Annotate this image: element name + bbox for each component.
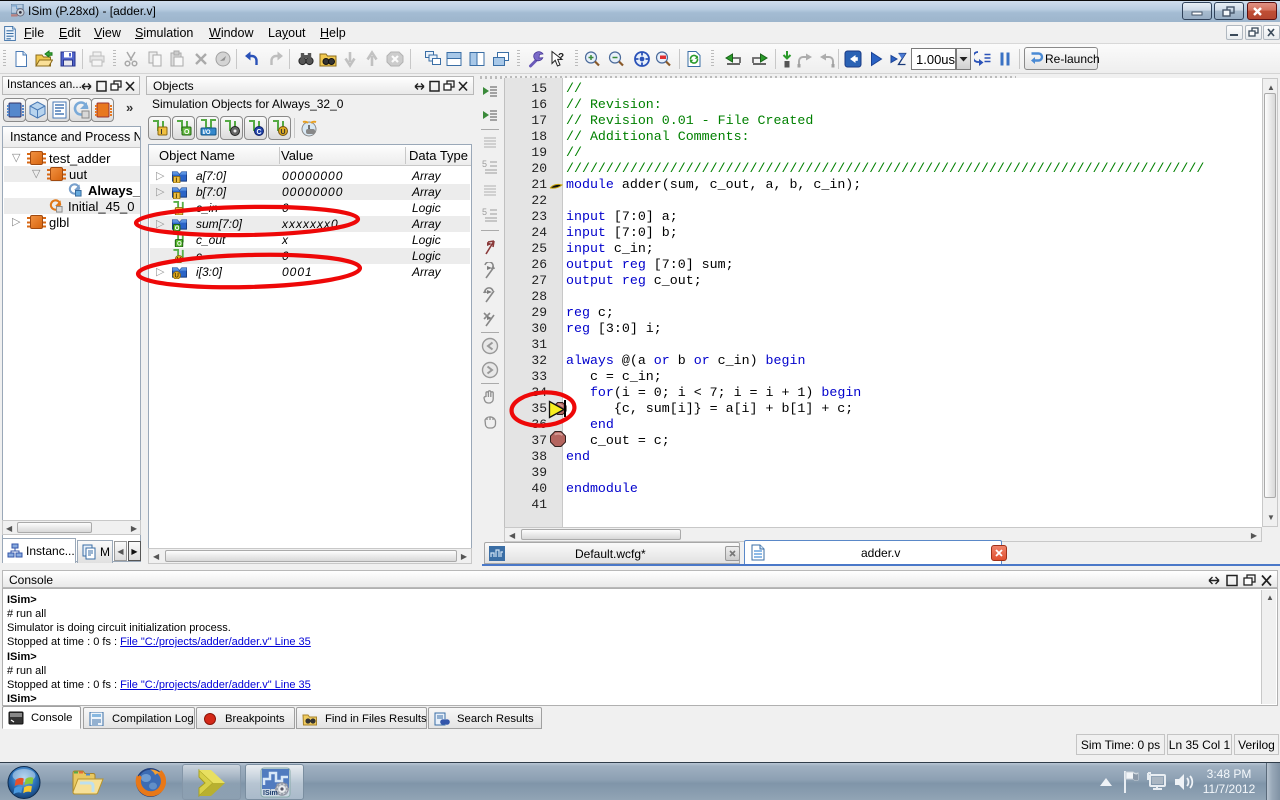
- svg-text:U: U: [177, 258, 181, 263]
- svg-text:O: O: [177, 242, 182, 247]
- svg-text:5: 5: [482, 159, 487, 169]
- svg-text:I/O: I/O: [203, 130, 211, 136]
- svg-text:?: ?: [558, 52, 564, 63]
- svg-text:U: U: [281, 129, 286, 136]
- svg-text:ISim: ISim: [263, 790, 278, 797]
- svg-text:C: C: [257, 129, 262, 136]
- svg-text:O: O: [184, 129, 190, 136]
- svg-text:I: I: [178, 210, 180, 215]
- svg-text:U: U: [174, 274, 178, 279]
- svg-text:5: 5: [482, 207, 487, 217]
- svg-text:I: I: [161, 129, 163, 136]
- svg-text:O: O: [175, 226, 180, 231]
